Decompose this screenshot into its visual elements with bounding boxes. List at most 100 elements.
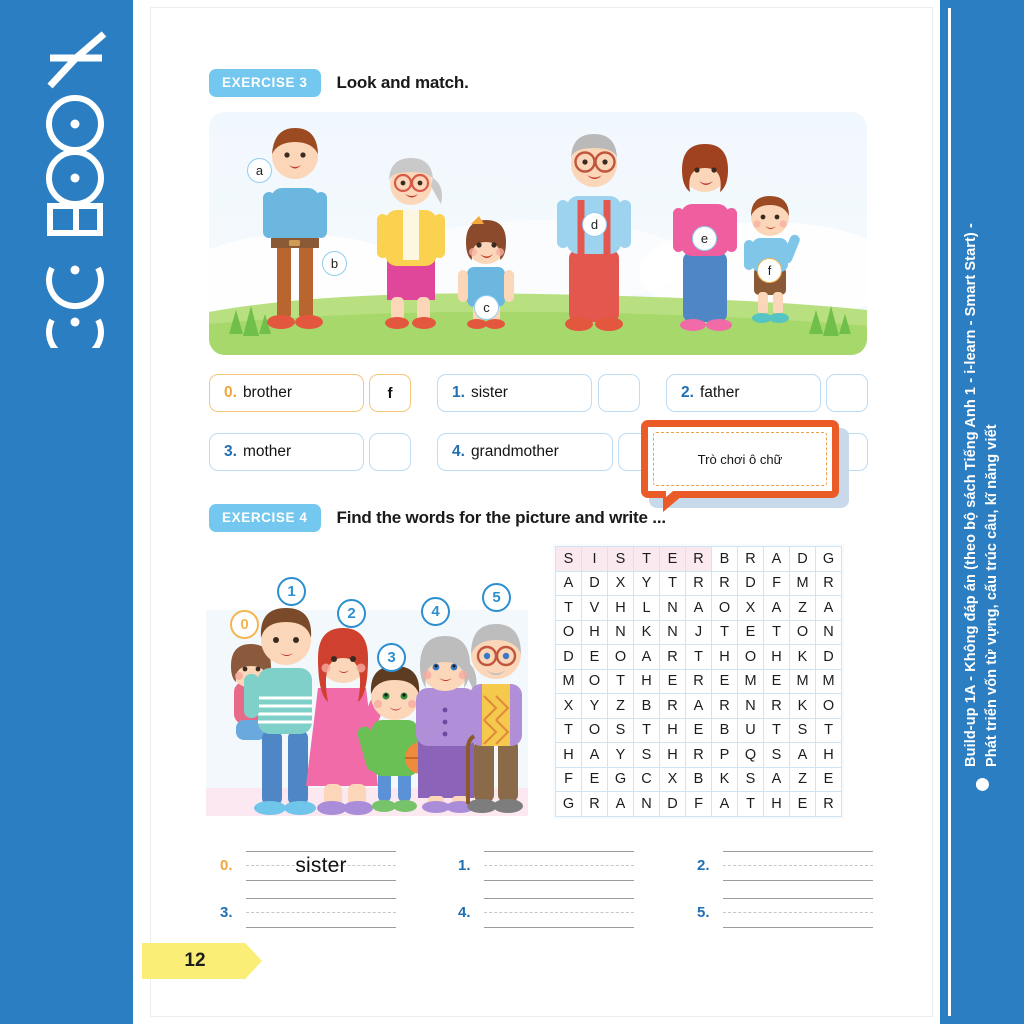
- word-search-cell[interactable]: R: [685, 570, 712, 596]
- word-search-cell[interactable]: A: [815, 595, 842, 621]
- word-search-cell[interactable]: P: [711, 742, 738, 768]
- word-search-cell[interactable]: E: [711, 668, 738, 694]
- word-search-cell[interactable]: H: [607, 595, 634, 621]
- word-search-cell[interactable]: T: [763, 717, 790, 743]
- word-search-cell[interactable]: E: [659, 546, 686, 572]
- word-search-cell[interactable]: J: [685, 619, 712, 645]
- word-search-cell[interactable]: R: [685, 546, 712, 572]
- word-search-cell[interactable]: O: [555, 619, 582, 645]
- word-search-cell[interactable]: Y: [633, 570, 660, 596]
- word-search-cell[interactable]: Z: [607, 693, 634, 719]
- word-search-cell[interactable]: D: [659, 791, 686, 817]
- word-search-cell[interactable]: M: [789, 570, 816, 596]
- word-search-cell[interactable]: R: [581, 791, 608, 817]
- word-search-cell[interactable]: A: [633, 644, 660, 670]
- word-search-cell[interactable]: D: [737, 570, 764, 596]
- answer-line-1[interactable]: 1.: [458, 849, 634, 883]
- word-search-cell[interactable]: A: [685, 595, 712, 621]
- word-search-cell[interactable]: H: [581, 619, 608, 645]
- word-search-cell[interactable]: Y: [581, 693, 608, 719]
- word-search-cell[interactable]: A: [763, 546, 790, 572]
- answer-line-3[interactable]: 3.: [220, 896, 396, 930]
- word-search-cell[interactable]: O: [815, 693, 842, 719]
- word-search-cell[interactable]: N: [815, 619, 842, 645]
- word-search-cell[interactable]: N: [633, 791, 660, 817]
- word-search-cell[interactable]: V: [581, 595, 608, 621]
- word-search-cell[interactable]: R: [659, 693, 686, 719]
- word-search-cell[interactable]: B: [711, 546, 738, 572]
- word-search-cell[interactable]: S: [633, 742, 660, 768]
- picture-marker-d[interactable]: d: [582, 212, 607, 237]
- word-search-cell[interactable]: E: [581, 766, 608, 792]
- word-search-cell[interactable]: E: [789, 791, 816, 817]
- word-search-cell[interactable]: S: [607, 717, 634, 743]
- match-item-1[interactable]: 1. sister: [437, 374, 592, 412]
- word-search-cell[interactable]: N: [659, 619, 686, 645]
- word-search-cell[interactable]: T: [815, 717, 842, 743]
- word-search-cell[interactable]: O: [581, 717, 608, 743]
- word-search-cell[interactable]: S: [763, 742, 790, 768]
- word-search-cell[interactable]: R: [815, 791, 842, 817]
- word-search-cell[interactable]: R: [711, 570, 738, 596]
- word-search-cell[interactable]: N: [659, 595, 686, 621]
- word-search-cell[interactable]: D: [555, 644, 582, 670]
- picture-marker-3[interactable]: 3: [377, 643, 406, 672]
- word-search-cell[interactable]: T: [555, 717, 582, 743]
- word-search-cell[interactable]: F: [555, 766, 582, 792]
- word-search-cell[interactable]: X: [607, 570, 634, 596]
- word-search-cell[interactable]: R: [685, 668, 712, 694]
- answer-line-2[interactable]: 2.: [697, 849, 873, 883]
- word-search-cell[interactable]: D: [581, 570, 608, 596]
- word-search-cell[interactable]: D: [789, 546, 816, 572]
- word-search-cell[interactable]: H: [659, 717, 686, 743]
- picture-marker-4[interactable]: 4: [421, 597, 450, 626]
- word-search-cell[interactable]: D: [815, 644, 842, 670]
- word-search-cell[interactable]: T: [633, 717, 660, 743]
- word-search-cell[interactable]: R: [685, 742, 712, 768]
- match-item-0[interactable]: 0. brother: [209, 374, 364, 412]
- word-search-cell[interactable]: N: [737, 693, 764, 719]
- word-search-cell[interactable]: O: [737, 644, 764, 670]
- word-search-cell[interactable]: G: [607, 766, 634, 792]
- picture-marker-a[interactable]: a: [247, 158, 272, 183]
- word-search-cell[interactable]: S: [555, 546, 582, 572]
- word-search-cell[interactable]: X: [555, 693, 582, 719]
- word-search-cell[interactable]: R: [763, 693, 790, 719]
- word-search-cell[interactable]: E: [659, 668, 686, 694]
- word-search-cell[interactable]: R: [737, 546, 764, 572]
- word-search-cell[interactable]: T: [555, 595, 582, 621]
- word-search-cell[interactable]: A: [685, 693, 712, 719]
- word-search-cell[interactable]: E: [737, 619, 764, 645]
- word-search-cell[interactable]: T: [685, 644, 712, 670]
- word-search-cell[interactable]: T: [763, 619, 790, 645]
- word-search-cell[interactable]: O: [607, 644, 634, 670]
- word-search-cell[interactable]: E: [815, 766, 842, 792]
- answer-line-4[interactable]: 4.: [458, 896, 634, 930]
- match-item-3[interactable]: 3. mother: [209, 433, 364, 471]
- picture-marker-1[interactable]: 1: [277, 577, 306, 606]
- word-search-cell[interactable]: N: [607, 619, 634, 645]
- word-search-cell[interactable]: E: [685, 717, 712, 743]
- word-search-cell[interactable]: X: [659, 766, 686, 792]
- answer-line-0[interactable]: 0. sister: [220, 849, 396, 883]
- word-search-cell[interactable]: G: [815, 546, 842, 572]
- word-search-cell[interactable]: H: [711, 644, 738, 670]
- word-search-cell[interactable]: C: [633, 766, 660, 792]
- word-search-cell[interactable]: K: [711, 766, 738, 792]
- word-search-cell[interactable]: K: [789, 644, 816, 670]
- match-answer-3[interactable]: [369, 433, 411, 471]
- word-search-cell[interactable]: S: [737, 766, 764, 792]
- word-search-cell[interactable]: H: [659, 742, 686, 768]
- match-answer-1[interactable]: [598, 374, 640, 412]
- picture-marker-b[interactable]: b: [322, 251, 347, 276]
- match-item-2[interactable]: 2. father: [666, 374, 821, 412]
- word-search-cell[interactable]: K: [633, 619, 660, 645]
- word-search-cell[interactable]: A: [763, 595, 790, 621]
- word-search-cell[interactable]: T: [659, 570, 686, 596]
- word-search-cell[interactable]: B: [711, 717, 738, 743]
- picture-marker-5[interactable]: 5: [482, 583, 511, 612]
- word-search-cell[interactable]: E: [581, 644, 608, 670]
- picture-marker-2[interactable]: 2: [337, 599, 366, 628]
- word-search-cell[interactable]: R: [659, 644, 686, 670]
- word-search-cell[interactable]: R: [815, 570, 842, 596]
